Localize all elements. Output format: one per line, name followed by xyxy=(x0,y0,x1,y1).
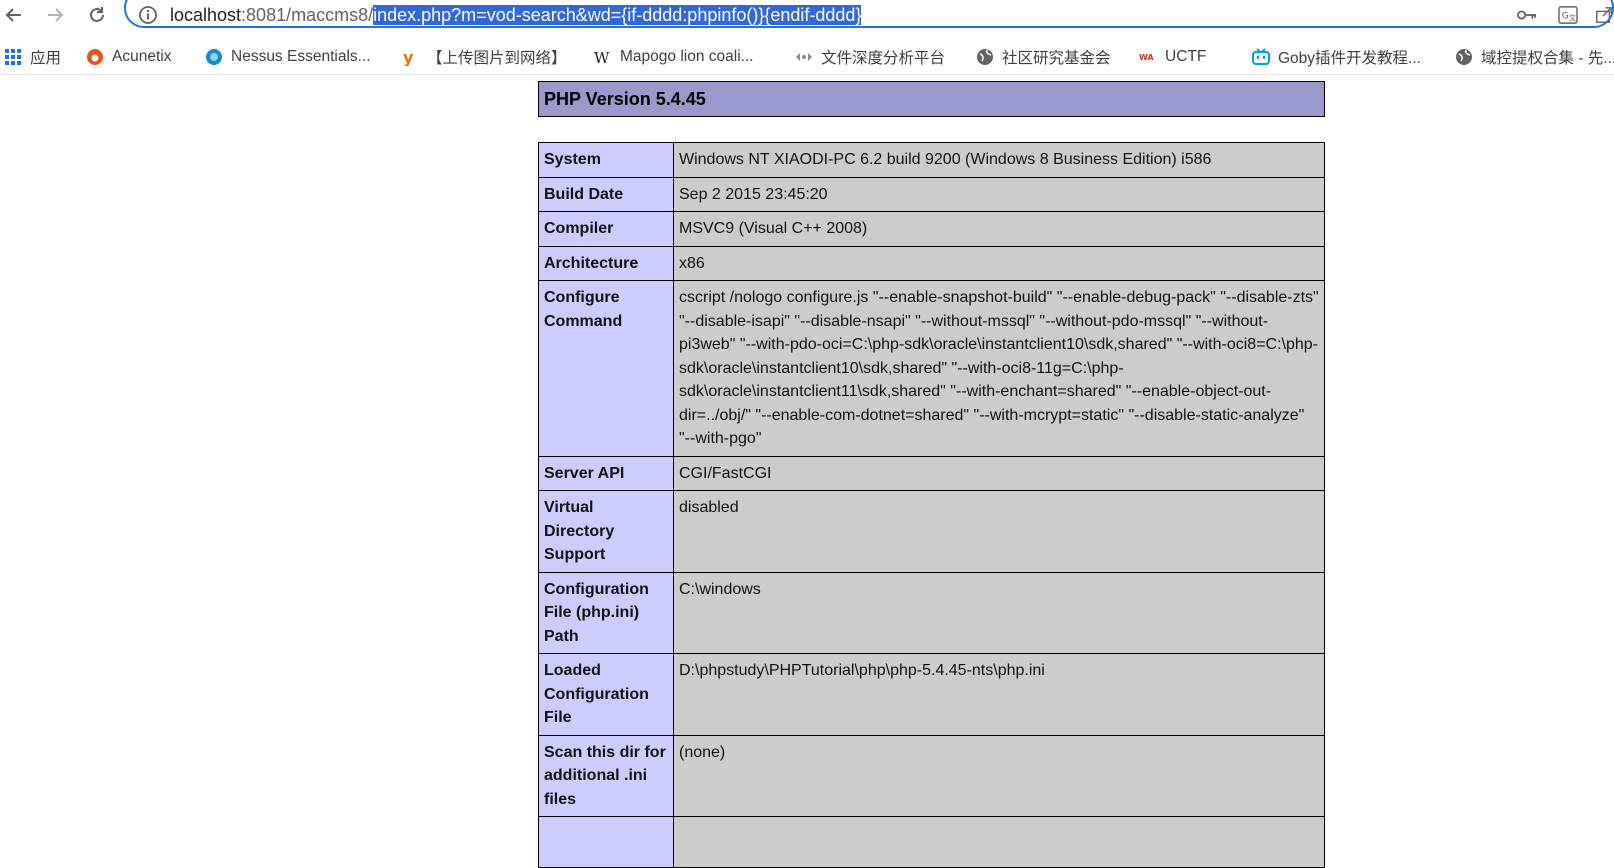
row-key: Compiler xyxy=(538,211,674,247)
bookmark-acunetix[interactable]: Acunetix xyxy=(86,45,171,69)
row-value: cscript /nologo configure.js "--enable-s… xyxy=(673,280,1325,457)
svg-text:G: G xyxy=(1562,12,1569,22)
row-value: Sep 2 2015 23:45:20 xyxy=(673,176,1325,212)
table-row: Compiler MSVC9 (Visual C++ 2008) xyxy=(538,211,1325,247)
url-selected-query: index.php?m=vod-search&wd={if-dddd:phpin… xyxy=(373,5,862,25)
bookmark-upload-image[interactable]: y 【上传图片到网络】 xyxy=(401,45,567,69)
row-value: D:\phpstudy\PHPTutorial\php\php-5.4.45-n… xyxy=(673,653,1325,736)
key-icon[interactable] xyxy=(1515,4,1539,26)
nessus-icon xyxy=(205,48,223,66)
bookmark-label: Acunetix xyxy=(112,48,172,65)
translate-icon[interactable]: G文 xyxy=(1556,4,1580,26)
table-row: Build Date Sep 2 2015 23:45:20 xyxy=(538,176,1325,212)
row-key: Virtual Directory Support xyxy=(538,490,674,573)
reload-icon xyxy=(90,7,104,22)
reload-button[interactable] xyxy=(84,2,110,28)
apps-grid-icon xyxy=(4,48,22,66)
bookmarks-bar: 应用 Acunetix Nessus Essentials... y 【上传图片… xyxy=(0,40,1614,105)
url-path: :8081/maccms8/ xyxy=(241,5,374,25)
bookmark-label: 文件深度分析平台 xyxy=(821,50,946,67)
svg-text:W: W xyxy=(594,49,610,66)
globe-icon xyxy=(1455,48,1473,66)
row-value xyxy=(673,816,1325,868)
bookmark-label: Nessus Essentials... xyxy=(231,48,371,65)
share-icon[interactable] xyxy=(1594,4,1614,26)
bookmark-label: UCTF xyxy=(1165,48,1207,65)
row-value: C:\windows xyxy=(673,571,1325,654)
back-button[interactable] xyxy=(1,2,27,28)
row-value: Windows NT XIAODI-PC 6.2 build 9200 (Win… xyxy=(673,142,1325,178)
bookmark-file-analysis[interactable]: 文件深度分析平台 xyxy=(795,45,945,69)
row-key: System xyxy=(538,142,674,178)
row-key: Architecture xyxy=(538,245,674,281)
bookmark-wikipedia[interactable]: W Mapogo lion coali... xyxy=(594,45,754,69)
url-text[interactable]: localhost:8081/maccms8/index.php?m=vod-s… xyxy=(170,3,862,27)
table-row: Server API CGI/FastCGI xyxy=(538,455,1325,491)
browser-toolbar: localhost:8081/maccms8/index.php?m=vod-s… xyxy=(0,0,1614,30)
row-key: Configuration File (php.ini) Path xyxy=(538,571,674,654)
bookmark-label: Goby插件开发教程... xyxy=(1278,50,1421,67)
row-key: Scan this dir for additional .ini files xyxy=(538,734,674,817)
bookmark-uctf[interactable]: WA UCTF xyxy=(1139,45,1206,69)
row-value: x86 xyxy=(673,245,1325,281)
bookmark-label: 【上传图片到网络】 xyxy=(427,50,567,67)
table-row: Architecture x86 xyxy=(538,245,1325,281)
row-value: (none) xyxy=(673,734,1325,817)
bookmark-goby[interactable]: Goby插件开发教程... xyxy=(1252,45,1421,69)
row-key: Loaded Configuration File xyxy=(538,653,674,736)
ctf-icon: WA xyxy=(1139,48,1157,66)
analysis-icon xyxy=(795,48,813,66)
bookmark-label: Mapogo lion coali... xyxy=(620,48,754,65)
table-row: Loaded Configuration File D:\phpstudy\PH… xyxy=(538,653,1325,736)
forward-button[interactable] xyxy=(42,2,68,28)
bookmark-community-fund[interactable]: 社区研究基金会 xyxy=(976,45,1111,69)
back-arrow-icon xyxy=(5,8,21,22)
table-row xyxy=(538,816,1325,868)
wikipedia-icon: W xyxy=(594,48,612,66)
phpinfo-page: PHP Version 5.4.45 System Windows NT XIA… xyxy=(538,81,1325,868)
bookmark-label: 应用 xyxy=(30,50,62,67)
globe-icon xyxy=(976,48,994,66)
url-host: localhost xyxy=(170,5,242,25)
row-value: disabled xyxy=(673,490,1325,573)
bookmark-nessus[interactable]: Nessus Essentials... xyxy=(205,45,371,69)
row-key: Build Date xyxy=(538,176,674,212)
table-row: System Windows NT XIAODI-PC 6.2 build 92… xyxy=(538,142,1325,178)
svg-text:文: 文 xyxy=(1569,13,1576,22)
table-row: Scan this dir for additional .ini files … xyxy=(538,734,1325,817)
y-logo-icon: y xyxy=(401,48,419,66)
bookmark-label: 社区研究基金会 xyxy=(1002,50,1111,67)
php-version-header: PHP Version 5.4.45 xyxy=(538,81,1325,117)
site-info-icon[interactable] xyxy=(137,4,159,26)
bookmark-apps[interactable]: 应用 xyxy=(4,45,61,69)
table-row: Configuration File (php.ini) Path C:\win… xyxy=(538,571,1325,654)
table-row: Virtual Directory Support disabled xyxy=(538,490,1325,573)
svg-text:y: y xyxy=(403,48,414,66)
php-version-title: PHP Version 5.4.45 xyxy=(538,81,1325,117)
acunetix-icon xyxy=(86,48,104,66)
bookmark-domain-control[interactable]: 域控提权合集 - 先... xyxy=(1455,45,1614,69)
row-value: CGI/FastCGI xyxy=(673,455,1325,491)
forward-arrow-icon xyxy=(48,8,64,22)
row-key xyxy=(538,816,674,868)
svg-text:WA: WA xyxy=(1139,53,1154,62)
bilibili-icon xyxy=(1252,48,1270,66)
row-key: Configure Command xyxy=(538,280,674,457)
row-key: Server API xyxy=(538,455,674,491)
bookmark-label: 域控提权合集 - 先... xyxy=(1481,50,1614,67)
table-row: Configure Command cscript /nologo config… xyxy=(538,280,1325,457)
row-value: MSVC9 (Visual C++ 2008) xyxy=(673,211,1325,247)
phpinfo-table: System Windows NT XIAODI-PC 6.2 build 92… xyxy=(538,142,1325,868)
